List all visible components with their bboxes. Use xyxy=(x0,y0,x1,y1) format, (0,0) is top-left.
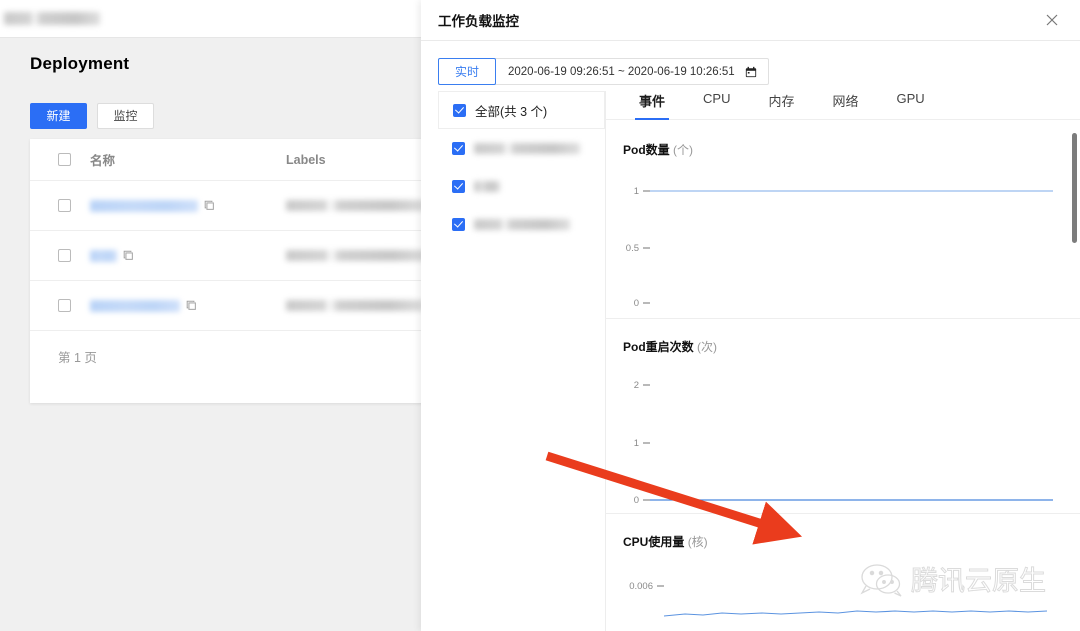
ytick: 0 xyxy=(634,495,639,506)
labels-cell xyxy=(286,300,424,311)
realtime-button[interactable]: 实时 xyxy=(438,58,496,85)
select-all-label: 全部(共 3 个) xyxy=(475,104,548,119)
labels-cell xyxy=(286,250,428,261)
ytick: 0 xyxy=(634,298,639,309)
chart-title-text: Pod数量 xyxy=(623,143,670,157)
breadcrumb[interactable] xyxy=(4,12,100,25)
ytick: 0.5 xyxy=(626,243,639,254)
vertical-scrollbar-thumb[interactable] xyxy=(1072,133,1077,243)
background-page: Deployment 新建 监控 名称 Labels 第 1 页 xyxy=(0,0,590,631)
monitor-charts-panel: 事件 CPU 内存 网络 GPU Pod数量 (个) 1 0.5 0 Pod重启… xyxy=(605,91,1080,631)
close-icon[interactable] xyxy=(1042,10,1062,30)
item-label xyxy=(474,180,500,192)
deployment-name-link[interactable] xyxy=(90,299,180,312)
item-checkbox[interactable] xyxy=(452,141,465,155)
tab-events[interactable]: 事件 xyxy=(623,91,681,120)
calendar-icon[interactable] xyxy=(745,66,757,78)
time-range-control: 实时 2020-06-19 09:26:51 ~ 2020-06-19 10:2… xyxy=(438,58,769,85)
monitor-tabs: 事件 CPU 内存 网络 GPU xyxy=(605,91,1080,120)
row-checkbox[interactable] xyxy=(58,249,71,262)
list-item[interactable] xyxy=(438,205,605,243)
drawer-title: 工作负载监控 xyxy=(438,14,519,29)
copy-icon[interactable] xyxy=(123,250,134,261)
chart-unit: (次) xyxy=(697,340,718,354)
series-line-1 xyxy=(663,610,1048,617)
tab-cpu[interactable]: CPU xyxy=(687,91,746,119)
chart-unit: (个) xyxy=(673,143,694,157)
select-all-checkbox[interactable] xyxy=(58,153,71,166)
create-button[interactable]: 新建 xyxy=(30,103,87,129)
row-checkbox[interactable] xyxy=(58,199,71,212)
chart-plot-pod-restarts: 2 1 0 xyxy=(634,380,1053,506)
row-name-cell[interactable] xyxy=(90,199,286,212)
chart-title-text: CPU使用量 xyxy=(623,535,685,549)
date-range-input[interactable]: 2020-06-19 09:26:51 ~ 2020-06-19 10:26:5… xyxy=(496,59,768,84)
deployment-name-link[interactable] xyxy=(90,199,198,212)
item-checkbox[interactable] xyxy=(452,179,465,193)
list-item[interactable] xyxy=(438,167,605,205)
page-title: Deployment xyxy=(30,54,130,73)
chart-pod-restarts: Pod重启次数 (次) 2 1 0 xyxy=(605,319,1080,514)
ytick: 2 xyxy=(634,380,639,391)
chart-plot-pod-count: 1 0.5 0 xyxy=(626,186,1053,309)
chart-title-text: Pod重启次数 xyxy=(623,340,694,354)
ytick: 0.006 xyxy=(629,581,653,592)
item-checkbox[interactable] xyxy=(452,217,465,231)
drawer-header: 工作负载监控 xyxy=(421,0,1080,41)
chart-pod-count: Pod数量 (个) 1 0.5 0 xyxy=(605,122,1080,319)
chart-unit: (核) xyxy=(687,535,708,549)
ytick: 1 xyxy=(634,186,639,197)
chart-title: Pod数量 (个) xyxy=(623,141,1064,158)
chart-cpu-usage: CPU使用量 (核) 0.006 0.003 xyxy=(605,514,1080,631)
drawer-body: 全部(共 3 个) 事件 CPU 内存 网络 GPU Pod数量 (个) 1 0… xyxy=(421,91,1080,631)
chart-title: CPU使用量 (核) xyxy=(623,533,1064,550)
item-label xyxy=(474,218,570,230)
deployment-name-link[interactable] xyxy=(90,249,117,262)
date-range-value: 2020-06-19 09:26:51 ~ 2020-06-19 10:26:5… xyxy=(508,65,735,78)
top-navigation-bar xyxy=(0,0,421,38)
select-all-row[interactable]: 全部(共 3 个) xyxy=(438,91,605,129)
item-label xyxy=(474,142,580,154)
monitor-button[interactable]: 监控 xyxy=(97,103,154,129)
time-range-row: 实时 2020-06-19 09:26:51 ~ 2020-06-19 10:2… xyxy=(421,41,1080,85)
select-all-checkbox[interactable] xyxy=(453,103,466,117)
column-header-name[interactable]: 名称 xyxy=(90,150,286,169)
labels-cell xyxy=(286,200,426,211)
action-button-row: 新建 监控 xyxy=(30,103,154,129)
tab-network[interactable]: 网络 xyxy=(816,91,874,119)
chart-plot-cpu-usage: 0.006 0.003 xyxy=(629,581,1048,617)
copy-icon[interactable] xyxy=(204,200,215,211)
workload-monitor-drawer: 工作负载监控 实时 2020-06-19 09:26:51 ~ 2020-06-… xyxy=(421,0,1080,631)
charts-scroll-area[interactable]: Pod数量 (个) 1 0.5 0 Pod重启次数 (次) 2 1 0 CPU使… xyxy=(605,122,1080,631)
instance-selector-panel: 全部(共 3 个) xyxy=(421,91,606,631)
list-item[interactable] xyxy=(438,129,605,167)
row-name-cell[interactable] xyxy=(90,249,286,262)
screenshot-root: Deployment 新建 监控 名称 Labels 第 1 页 工作负载监控 … xyxy=(0,0,1080,631)
row-name-cell[interactable] xyxy=(90,299,286,312)
copy-icon[interactable] xyxy=(186,300,197,311)
tab-memory[interactable]: 内存 xyxy=(752,91,810,119)
tab-gpu[interactable]: GPU xyxy=(881,91,941,119)
chart-title: Pod重启次数 (次) xyxy=(623,338,1064,355)
ytick: 1 xyxy=(634,438,639,449)
row-checkbox[interactable] xyxy=(58,299,71,312)
